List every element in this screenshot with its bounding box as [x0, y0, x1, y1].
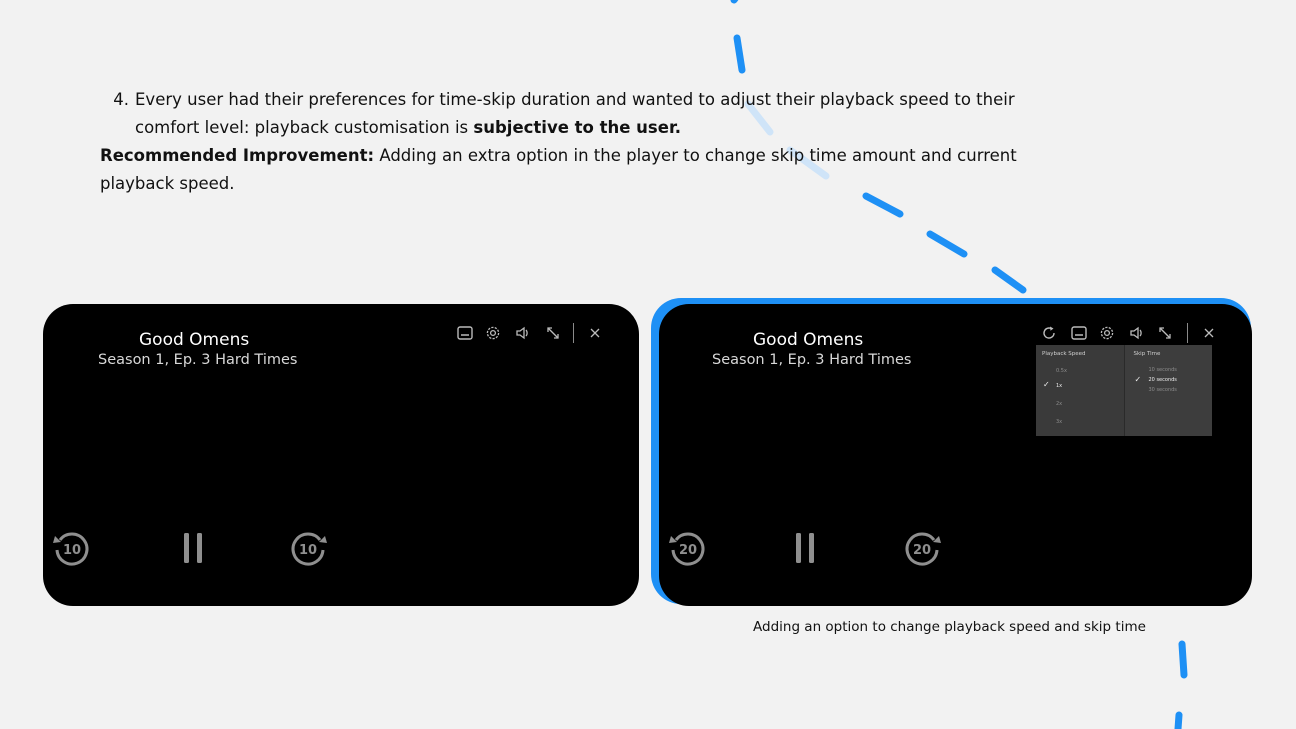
- skip-time-header: Skip Time: [1133, 351, 1161, 357]
- fullscreen-icon[interactable]: [543, 323, 563, 343]
- close-icon[interactable]: [585, 323, 605, 343]
- skip-option[interactable]: 10 seconds: [1149, 367, 1177, 373]
- speed-option[interactable]: 3x: [1056, 419, 1062, 425]
- forward-icon[interactable]: 10: [289, 528, 329, 568]
- findings-text: 4. Every user had their preferences for …: [100, 86, 1080, 198]
- point-line2: comfort level: playback customisation is: [135, 118, 474, 137]
- player-subtitle: Season 1, Ep. 3 Hard Times: [712, 352, 912, 368]
- rewind-icon[interactable]: 10: [51, 528, 91, 568]
- video-player-proposed: Good Omens Season 1, Ep. 3 Hard Times Pl…: [659, 304, 1252, 606]
- rewind-icon[interactable]: 20: [667, 528, 707, 568]
- recommendation-text: Adding an extra option in the player to …: [374, 146, 1017, 165]
- settings-gear-icon[interactable]: [483, 323, 503, 343]
- checkmark-icon: ✓: [1134, 375, 1142, 384]
- player-title: Good Omens: [139, 330, 250, 350]
- playback-settings-menu: Playback Speed 0.5x ✓ 1x 2x 3x Skip Time…: [1036, 345, 1212, 436]
- toolbar-separator: [1187, 323, 1188, 343]
- skip-time-column: Skip Time 10 seconds ✓ 20 seconds 30 sec…: [1123, 345, 1212, 436]
- pause-icon[interactable]: [793, 530, 817, 566]
- replay-speed-icon[interactable]: [1039, 323, 1059, 343]
- player-subtitle: Season 1, Ep. 3 Hard Times: [98, 352, 298, 368]
- skip-option[interactable]: 30 seconds: [1149, 387, 1177, 393]
- video-player-original: Good Omens Season 1, Ep. 3 Hard Times 10…: [43, 304, 639, 606]
- point-number: 4.: [113, 90, 129, 109]
- subtitles-icon[interactable]: [455, 323, 475, 343]
- forward-seconds: 20: [913, 543, 931, 558]
- point-line1: Every user had their preferences for tim…: [135, 90, 1015, 109]
- skip-option-selected[interactable]: 20 seconds: [1149, 377, 1177, 383]
- player-title: Good Omens: [753, 330, 864, 350]
- close-icon[interactable]: [1199, 323, 1219, 343]
- mockup-caption: Adding an option to change playback spee…: [753, 619, 1146, 635]
- volume-icon[interactable]: [513, 323, 533, 343]
- speed-option[interactable]: 0.5x: [1056, 368, 1067, 374]
- pause-icon[interactable]: [181, 530, 205, 566]
- settings-gear-icon[interactable]: [1097, 323, 1117, 343]
- playback-speed-column: Playback Speed 0.5x ✓ 1x 2x 3x: [1036, 345, 1124, 436]
- checkmark-icon: ✓: [1043, 380, 1050, 389]
- finding-point: 4. Every user had their preferences for …: [100, 86, 1080, 142]
- volume-icon[interactable]: [1127, 323, 1147, 343]
- recommendation: Recommended Improvement: Adding an extra…: [100, 142, 1080, 198]
- recommendation-label: Recommended Improvement:: [100, 146, 375, 165]
- fullscreen-icon[interactable]: [1155, 323, 1175, 343]
- point-emphasis: subjective to the user.: [473, 118, 681, 137]
- speed-option-selected[interactable]: 1x: [1056, 383, 1062, 389]
- rewind-seconds: 20: [679, 543, 697, 558]
- playback-speed-header: Playback Speed: [1042, 351, 1086, 357]
- subtitles-icon[interactable]: [1069, 323, 1089, 343]
- toolbar-separator: [573, 323, 574, 343]
- rewind-seconds: 10: [63, 543, 81, 558]
- speed-option[interactable]: 2x: [1056, 401, 1062, 407]
- forward-seconds: 10: [299, 543, 317, 558]
- forward-icon[interactable]: 20: [903, 528, 943, 568]
- recommendation-text-2: playback speed.: [100, 174, 235, 193]
